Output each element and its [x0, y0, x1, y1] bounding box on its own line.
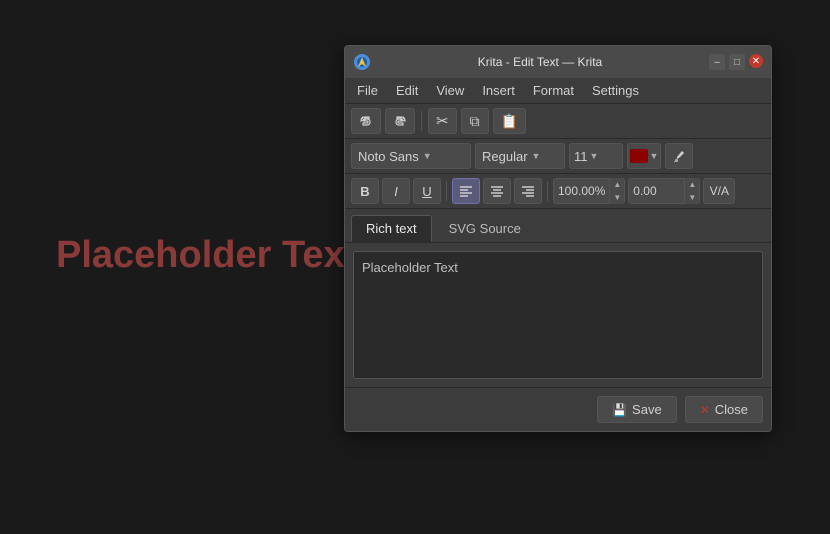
dialog-title: Krita - Edit Text — Krita	[377, 55, 703, 69]
edit-toolbar: ✂ ⧉ 📋	[345, 104, 771, 139]
title-bar: Krita - Edit Text — Krita – □ ✕	[345, 46, 771, 78]
close-window-button[interactable]: ✕	[749, 54, 763, 68]
eyedropper-icon	[672, 149, 686, 163]
menu-settings[interactable]: Settings	[584, 80, 647, 101]
canvas-placeholder-text: Placeholder Text	[56, 234, 357, 277]
save-button[interactable]: 💾 Save	[597, 396, 677, 423]
kerning-button[interactable]: V/A	[703, 178, 735, 204]
line-spacing-down-button[interactable]: ▼	[610, 191, 624, 204]
align-left-icon	[459, 185, 473, 197]
line-spacing-value: 100.00%	[554, 184, 609, 198]
font-style-select[interactable]: Regular ▼	[475, 143, 565, 169]
eyedropper-button[interactable]	[665, 143, 693, 169]
save-label: Save	[632, 402, 662, 417]
paste-button[interactable]: 📋	[493, 108, 526, 134]
char-spacing-spinners: ▲ ▼	[684, 178, 699, 204]
font-style-label: Regular	[482, 149, 528, 164]
line-spacing-up-button[interactable]: ▲	[610, 178, 624, 191]
text-editor[interactable]: Placeholder Text	[353, 251, 763, 379]
text-color-button[interactable]: ▼	[627, 143, 661, 169]
minimize-button[interactable]: –	[709, 54, 725, 70]
format-separator-2	[547, 181, 548, 201]
close-icon: ✕	[700, 403, 710, 417]
font-size-select[interactable]: 11 ▼	[569, 143, 623, 169]
content-area: Placeholder Text	[345, 243, 771, 387]
editor-content: Placeholder Text	[362, 260, 458, 275]
menu-file[interactable]: File	[349, 80, 386, 101]
undo-icon	[359, 114, 373, 128]
format-toolbar: B I U	[345, 174, 771, 209]
save-icon: 💾	[612, 403, 627, 417]
dialog-footer: 💾 Save ✕ Close	[345, 387, 771, 431]
menu-format[interactable]: Format	[525, 80, 582, 101]
char-spacing-input[interactable]: 0.00 ▲ ▼	[628, 178, 700, 204]
tab-rich-text[interactable]: Rich text	[351, 215, 432, 242]
char-spacing-up-button[interactable]: ▲	[685, 178, 699, 191]
redo-icon	[393, 114, 407, 128]
underline-button[interactable]: U	[413, 178, 441, 204]
color-swatch	[630, 149, 648, 163]
line-spacing-spinners: ▲ ▼	[609, 178, 624, 204]
italic-button[interactable]: I	[382, 178, 410, 204]
align-right-button[interactable]	[514, 178, 542, 204]
edit-text-dialog: Krita - Edit Text — Krita – □ ✕ File Edi…	[344, 45, 772, 432]
toolbar-separator-1	[421, 111, 422, 131]
bold-button[interactable]: B	[351, 178, 379, 204]
char-spacing-value: 0.00	[629, 184, 684, 198]
menu-view[interactable]: View	[428, 80, 472, 101]
align-right-icon	[521, 185, 535, 197]
font-family-select[interactable]: Noto Sans ▼	[351, 143, 471, 169]
close-button[interactable]: ✕ Close	[685, 396, 763, 423]
krita-logo-icon	[353, 53, 371, 71]
maximize-button[interactable]: □	[729, 54, 745, 70]
menu-bar: File Edit View Insert Format Settings	[345, 78, 771, 104]
char-spacing-down-button[interactable]: ▼	[685, 191, 699, 204]
align-center-button[interactable]	[483, 178, 511, 204]
redo-button[interactable]	[385, 108, 415, 134]
font-size-chevron-icon: ▼	[590, 151, 599, 161]
format-separator-1	[446, 181, 447, 201]
font-family-chevron-icon: ▼	[423, 151, 432, 161]
undo-button[interactable]	[351, 108, 381, 134]
font-toolbar: Noto Sans ▼ Regular ▼ 11 ▼ ▼	[345, 139, 771, 174]
align-center-icon	[490, 185, 504, 197]
menu-edit[interactable]: Edit	[388, 80, 426, 101]
close-label: Close	[715, 402, 748, 417]
tabs-area: Rich text SVG Source	[345, 209, 771, 243]
color-chevron-icon: ▼	[650, 151, 659, 161]
align-left-button[interactable]	[452, 178, 480, 204]
tab-svg-source[interactable]: SVG Source	[434, 215, 536, 242]
menu-insert[interactable]: Insert	[474, 80, 523, 101]
font-style-chevron-icon: ▼	[532, 151, 541, 161]
font-size-label: 11	[574, 149, 588, 164]
copy-button[interactable]: ⧉	[461, 108, 489, 134]
cut-button[interactable]: ✂	[428, 108, 457, 134]
font-family-label: Noto Sans	[358, 149, 419, 164]
line-spacing-input[interactable]: 100.00% ▲ ▼	[553, 178, 625, 204]
window-controls: – □ ✕	[709, 54, 763, 70]
